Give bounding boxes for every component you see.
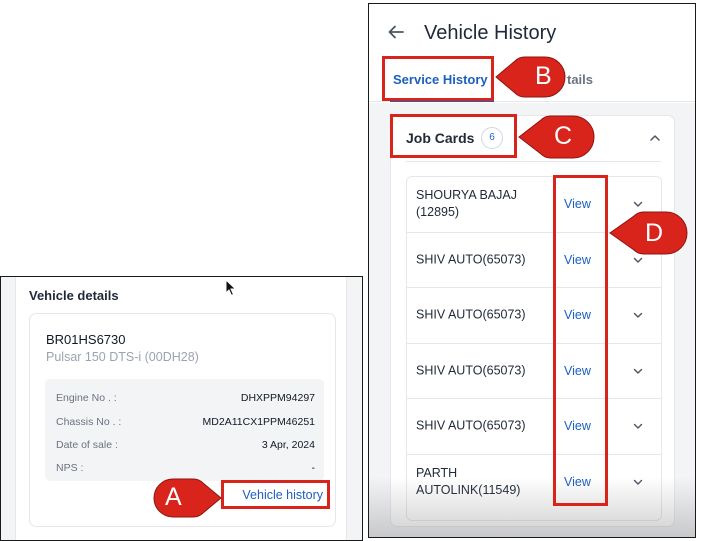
- tab-details[interactable]: tails: [567, 72, 593, 87]
- spec-row-chassis: Chassis No . : MD2A11CX1PPM46251: [56, 416, 315, 432]
- active-tab-indicator: [390, 99, 494, 102]
- job-cards-list: SHOURYA BAJAJ (12895) View SHIV AUTO(650…: [406, 176, 662, 521]
- job-card-dealer: SHOURYA BAJAJ (12895): [416, 188, 517, 220]
- spec-row-nps: NPS : -: [56, 462, 315, 478]
- annotation-letter-b: B: [535, 62, 552, 90]
- chevron-down-icon[interactable]: [632, 198, 644, 210]
- history-tabs: Service History tails: [369, 62, 695, 102]
- vehicle-history-header: Vehicle History: [369, 4, 695, 62]
- spec-label: Date of sale :: [56, 439, 118, 451]
- page-title: Vehicle History: [424, 22, 557, 44]
- annotation-letter-c: C: [554, 122, 573, 150]
- chevron-down-icon[interactable]: [632, 254, 644, 266]
- registration-number: BR01HS6730: [46, 332, 126, 347]
- vehicle-history-link[interactable]: Vehicle history: [242, 488, 323, 502]
- view-button[interactable]: View: [564, 197, 591, 211]
- annotation-letter-a: A: [165, 483, 182, 511]
- job-card-dealer: SHIV AUTO(65073): [416, 363, 526, 378]
- chevron-down-icon[interactable]: [632, 309, 644, 321]
- spec-value: MD2A11CX1PPM46251: [202, 416, 315, 428]
- spec-value: DHXPPM94297: [240, 392, 315, 404]
- spec-value: 3 Apr, 2024: [261, 439, 315, 451]
- view-button[interactable]: View: [564, 364, 591, 378]
- job-card-dealer: PARTH AUTOLINK(11549): [416, 466, 521, 498]
- tab-service-history[interactable]: Service History: [393, 72, 488, 87]
- vehicle-specs: Engine No . : DHXPPM94297 Chassis No . :…: [45, 379, 324, 481]
- chevron-up-icon[interactable]: [648, 131, 662, 145]
- arrow-left-icon[interactable]: [387, 23, 405, 41]
- spec-label: Engine No . :: [56, 392, 117, 404]
- spec-label: Chassis No . :: [56, 416, 122, 428]
- job-card-dealer: SHIV AUTO(65073): [416, 252, 526, 267]
- chevron-down-icon[interactable]: [632, 420, 644, 432]
- spec-row-date-of-sale: Date of sale : 3 Apr, 2024: [56, 439, 315, 455]
- job-cards-card: Job Cards 6 SHOURYA BAJAJ (12895) View S…: [390, 115, 675, 527]
- view-button[interactable]: View: [564, 419, 591, 433]
- history-body: Job Cards 6 SHOURYA BAJAJ (12895) View S…: [369, 103, 695, 537]
- mouse-cursor-icon: [225, 279, 237, 297]
- chevron-down-icon[interactable]: [632, 476, 644, 488]
- spec-row-engine: Engine No . : DHXPPM94297: [56, 392, 315, 408]
- job-card-dealer: SHIV AUTO(65073): [416, 418, 526, 433]
- vehicle-history-panel: Vehicle History Service History tails Jo…: [368, 3, 696, 538]
- job-card-row: SHIV AUTO(65073) View: [407, 344, 661, 399]
- job-cards-title: Job Cards: [406, 130, 475, 146]
- vehicle-details-title: Vehicle details: [29, 288, 119, 303]
- job-card-row: SHOURYA BAJAJ (12895) View: [407, 177, 661, 233]
- job-card-row: PARTH AUTOLINK(11549) View: [407, 455, 661, 511]
- vehicle-card: BR01HS6730 Pulsar 150 DTS-i (00DH28) Eng…: [29, 313, 336, 527]
- job-card-row: SHIV AUTO(65073) View: [407, 288, 661, 344]
- divider: [406, 161, 661, 162]
- job-card-row: SHIV AUTO(65073) View: [407, 399, 661, 455]
- job-cards-count-badge: 6: [481, 127, 503, 149]
- spec-value: -: [311, 462, 316, 474]
- vehicle-model: Pulsar 150 DTS-i (00DH28): [46, 350, 199, 364]
- chevron-down-icon[interactable]: [632, 365, 644, 377]
- job-card-dealer: SHIV AUTO(65073): [416, 307, 526, 322]
- view-button[interactable]: View: [564, 253, 591, 267]
- view-button[interactable]: View: [564, 308, 591, 322]
- spec-label: NPS :: [56, 462, 84, 474]
- annotation-letter-d: D: [645, 219, 664, 247]
- view-button[interactable]: View: [564, 475, 591, 489]
- job-card-row: SHIV AUTO(65073) View: [407, 233, 661, 288]
